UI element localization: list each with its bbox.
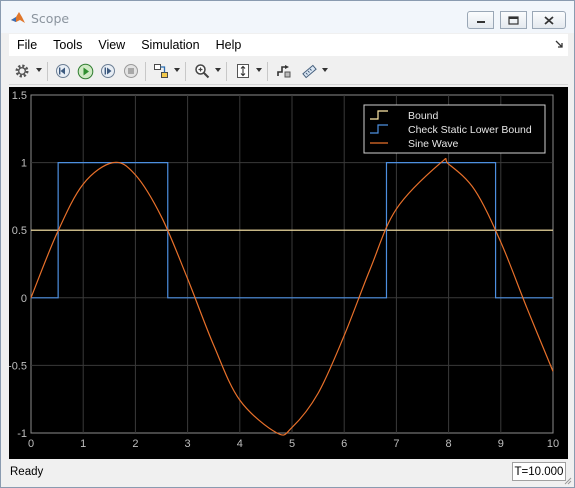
step-forward-icon (101, 64, 115, 78)
x-tick-label: 8 (446, 438, 452, 450)
highlight-dropdown[interactable] (174, 68, 180, 72)
x-tick-label: 1 (80, 438, 86, 450)
legend-label: Check Static Lower Bound (408, 124, 532, 136)
maximize-button[interactable] (500, 11, 527, 29)
scale-axes-icon (237, 64, 249, 78)
triggers-button[interactable] (274, 61, 294, 81)
status-text: Ready (10, 466, 44, 478)
window-title: Scope (31, 11, 70, 26)
menu-help[interactable]: Help (208, 38, 250, 52)
zoom-icon (195, 64, 210, 79)
toolbar-separator (47, 62, 48, 81)
menu-bar: File Tools View Simulation Help (9, 34, 568, 56)
stop-icon (124, 64, 138, 78)
scope-window: Scope File Tools View Simulation Help 0 … (0, 0, 575, 488)
configuration-button[interactable] (12, 61, 32, 81)
y-tick-label: 0 (21, 293, 27, 305)
x-tick-label: 10 (547, 438, 559, 450)
maximize-icon (508, 15, 519, 25)
triggers-icon (277, 65, 291, 78)
step-back-button[interactable] (53, 61, 73, 81)
highlight-block-icon (154, 64, 168, 78)
x-tick-label: 2 (132, 438, 138, 450)
resize-grip-icon[interactable] (564, 477, 572, 485)
menu-tools[interactable]: Tools (45, 38, 90, 52)
toolbar-separator (145, 62, 146, 81)
gear-icon (15, 64, 29, 78)
close-button[interactable] (532, 11, 566, 29)
y-tick-label: 0.5 (12, 225, 27, 237)
title-bar[interactable]: Scope (1, 1, 574, 33)
measurements-dropdown[interactable] (322, 68, 328, 72)
menu-view[interactable]: View (90, 38, 133, 52)
dock-arrow-icon[interactable] (554, 39, 564, 49)
x-tick-label: 3 (185, 438, 191, 450)
toolbar-separator (185, 62, 186, 81)
measurements-button[interactable] (299, 61, 319, 81)
configuration-dropdown[interactable] (36, 68, 42, 72)
measurements-icon (302, 64, 317, 79)
legend[interactable]: Bound Check Static Lower Bound Sine Wave (363, 104, 546, 154)
scope-plot[interactable]: 0 1 2 3 4 5 6 7 8 9 10 -1 -0.5 0 0.5 1 1.5 Bound Check St… (9, 87, 568, 459)
run-button[interactable] (75, 61, 95, 81)
highlight-block-button[interactable] (151, 61, 171, 81)
menu-file[interactable]: File (9, 38, 45, 52)
stop-button[interactable] (121, 61, 141, 81)
step-back-icon (56, 64, 70, 78)
y-tick-label: 1 (21, 158, 27, 170)
y-tick-label: -0.5 (9, 360, 27, 372)
x-tick-label: 6 (341, 438, 347, 450)
x-tick-label: 0 (28, 438, 34, 450)
minimize-icon (476, 21, 485, 23)
status-bar: Ready T=10.000 (1, 460, 574, 487)
y-tick-label: -1 (17, 428, 27, 440)
scale-axes-dropdown[interactable] (256, 68, 262, 72)
y-tick-label: 1.5 (12, 90, 27, 102)
scope-display[interactable]: 0 1 2 3 4 5 6 7 8 9 10 -1 -0.5 0 0.5 1 1.5 Bound Check St… (9, 87, 568, 459)
simulation-time: T=10.000 (512, 462, 566, 481)
x-tick-label: 5 (289, 438, 295, 450)
toolbar-separator (267, 62, 268, 81)
legend-label: Bound (408, 110, 439, 122)
close-icon (544, 15, 554, 25)
toolbar-separator (226, 62, 227, 81)
matlab-logo-icon (11, 12, 25, 23)
run-icon (77, 63, 93, 79)
x-tick-label: 4 (237, 438, 243, 450)
step-forward-button[interactable] (98, 61, 118, 81)
zoom-button[interactable] (192, 61, 212, 81)
menu-simulation[interactable]: Simulation (133, 38, 207, 52)
scale-axes-button[interactable] (233, 61, 253, 81)
toolbar (9, 58, 568, 85)
legend-label: Sine Wave (408, 138, 459, 150)
zoom-dropdown[interactable] (215, 68, 221, 72)
minimize-button[interactable] (467, 11, 494, 29)
x-tick-label: 9 (498, 438, 504, 450)
x-tick-label: 7 (393, 438, 399, 450)
